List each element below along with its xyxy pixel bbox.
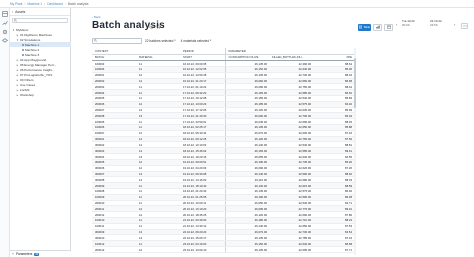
table-icon [359,25,363,29]
chevron-right-icon[interactable]: ▸ [16,63,19,67]
asset-icon [22,53,24,56]
chevron-left-icon[interactable]: ‹ [12,10,13,14]
tree-item-label: Machine 2 [25,47,40,52]
tree-item-label: Workshop [20,92,34,97]
materials-select-label: 4 materials selected [180,38,210,43]
more-button[interactable] [461,23,468,29]
gear-icon[interactable] [2,29,8,35]
assets-icon[interactable] [2,11,8,17]
main-content: ‹ Back Batch analysis Table ‹ Tra 10.22 … [72,8,474,257]
tree-item-label: 01 DigiDemo Machines [20,32,52,37]
toolbar: Table [358,22,393,32]
chevron-right-icon[interactable]: ▸ [16,88,19,92]
parameters-bar[interactable]: ˄ Parameters 20 [10,250,71,257]
date-to[interactable]: 23.10.22 23:59 [430,19,454,31]
breadcrumb-separator: › [44,1,46,6]
chevron-right-icon[interactable]: ▸ [16,83,19,87]
table-view-label: Table [363,25,370,29]
assets-search-input[interactable] [12,18,68,23]
table-row[interactable]: 200013 12 23.10.22, 14:00:10 26,105.00 22,69… [92,246,355,253]
layers-icon[interactable] [2,38,8,44]
breadcrumb-separator: › [64,1,66,6]
back-label: Back [93,15,101,19]
date-from[interactable]: Tra 10.22 00:00 [402,19,426,31]
tree-item-label: 06 Performance Insight... [20,67,55,72]
star-icon[interactable] [156,23,161,29]
chevron-right-icon[interactable]: ▸ [16,73,19,77]
chevron-left-icon[interactable]: ‹ [396,22,397,27]
assets-header: ‹ Assets [10,8,70,16]
scrollbar-thumb[interactable] [354,58,356,108]
chart-icon[interactable] [2,20,8,26]
tree-item-label: Machine 3 [25,52,40,57]
filter-bar: 22 batches selected ▾ 4 materials select… [92,37,213,44]
breadcrumb-item-plant[interactable]: My Plant [10,2,22,6]
chevron-right-icon[interactable]: ▸ [16,93,19,97]
table-cell: 87.71 [313,246,355,253]
search-icon [14,19,17,22]
tree-item-label: 07 ProLogistic/AL_TOS [20,72,53,77]
batches-select[interactable]: 22 batches selected ▾ [145,38,178,44]
batch-table: CONTEXT PERIOD PARAMETER BATCH MATERIAL … [92,48,355,257]
batches-select-label: 22 batches selected [145,38,174,43]
tree-item-label: 05 Energy Manager Pert... [20,62,57,67]
chevron-down-icon: ▾ [174,39,176,42]
breadcrumb: My Plant › Machine 1 › Dashboard › Batch… [0,0,474,8]
chevron-right-icon[interactable]: ▸ [16,58,19,62]
table-scrollbar[interactable] [354,48,356,255]
tree-item-label: ironMtr [20,87,30,92]
chevron-right-icon[interactable]: ▸ [16,68,19,72]
chevron-up-icon[interactable]: ˄ [12,252,14,256]
search-icon [94,39,97,42]
tree-item-label: 09 Others [20,77,34,82]
table-cell: 22,695.00 [269,246,314,253]
asset-icon [22,43,24,46]
materials-select[interactable]: 4 materials selected ▾ [181,38,214,44]
batch-search-input[interactable] [92,37,142,44]
tree-item-selected[interactable]: Machine 1 [10,42,71,47]
more-icon [462,25,467,27]
chevron-down-icon[interactable]: ▾ [12,28,15,32]
tree-item-label: MyMsmv [16,27,29,32]
calendar-button[interactable] [384,23,393,31]
parameters-label: Parameters [15,252,33,256]
chevron-down-icon[interactable]: ▾ [16,38,19,42]
breadcrumb-item-dashboard[interactable]: Dashboard [47,2,63,6]
chevron-right-icon[interactable]: ▸ [16,78,19,82]
date-from-time: 00:00 [402,23,410,27]
tree-item-label: 02 Simulations [20,37,41,42]
chevron-right-icon[interactable]: › [454,22,455,27]
app-rail [0,8,10,257]
assets-panel: ‹ Assets ▾ MyMsmv ▸ 01 DigiDemo Machines ▾… [10,8,71,257]
bar-chart-icon [375,25,380,29]
table-view-button[interactable]: Table [358,23,371,31]
tree-item-label: Machine 1 [25,42,40,47]
table-body: 100003 11 16.10.22, 00:00:05 26,135.00 22,39… [92,60,355,253]
chevron-down-icon[interactable] [149,24,154,29]
asset-icon [22,48,24,51]
table-cell: 23.10.22, 14:00:10 [180,246,223,253]
table-cell: 26,105.00 [224,246,270,253]
chevron-right-icon[interactable]: ▸ [16,33,19,37]
date-to-time: 23:59 [430,23,438,27]
breadcrumb-item-current: Batch analysis [67,1,89,6]
parameters-count-badge: 20 [34,252,40,256]
table-cell: 200013 [92,246,136,253]
chart-view-button[interactable] [373,23,382,31]
tree-item-label: 04 App Playground [20,57,47,62]
assets-title: Assets [15,9,26,14]
back-link[interactable]: ‹ Back [92,15,101,19]
table-cell: 12 [136,246,180,253]
chevron-down-icon: ▾ [210,39,212,42]
tree-item[interactable]: ▸ Workshop [16,92,34,97]
breadcrumb-separator: › [24,1,26,6]
calendar-icon [386,25,391,29]
tree-item-label: Use Cases [20,82,36,87]
breadcrumb-item-machine[interactable]: Machine 1 [27,2,42,6]
